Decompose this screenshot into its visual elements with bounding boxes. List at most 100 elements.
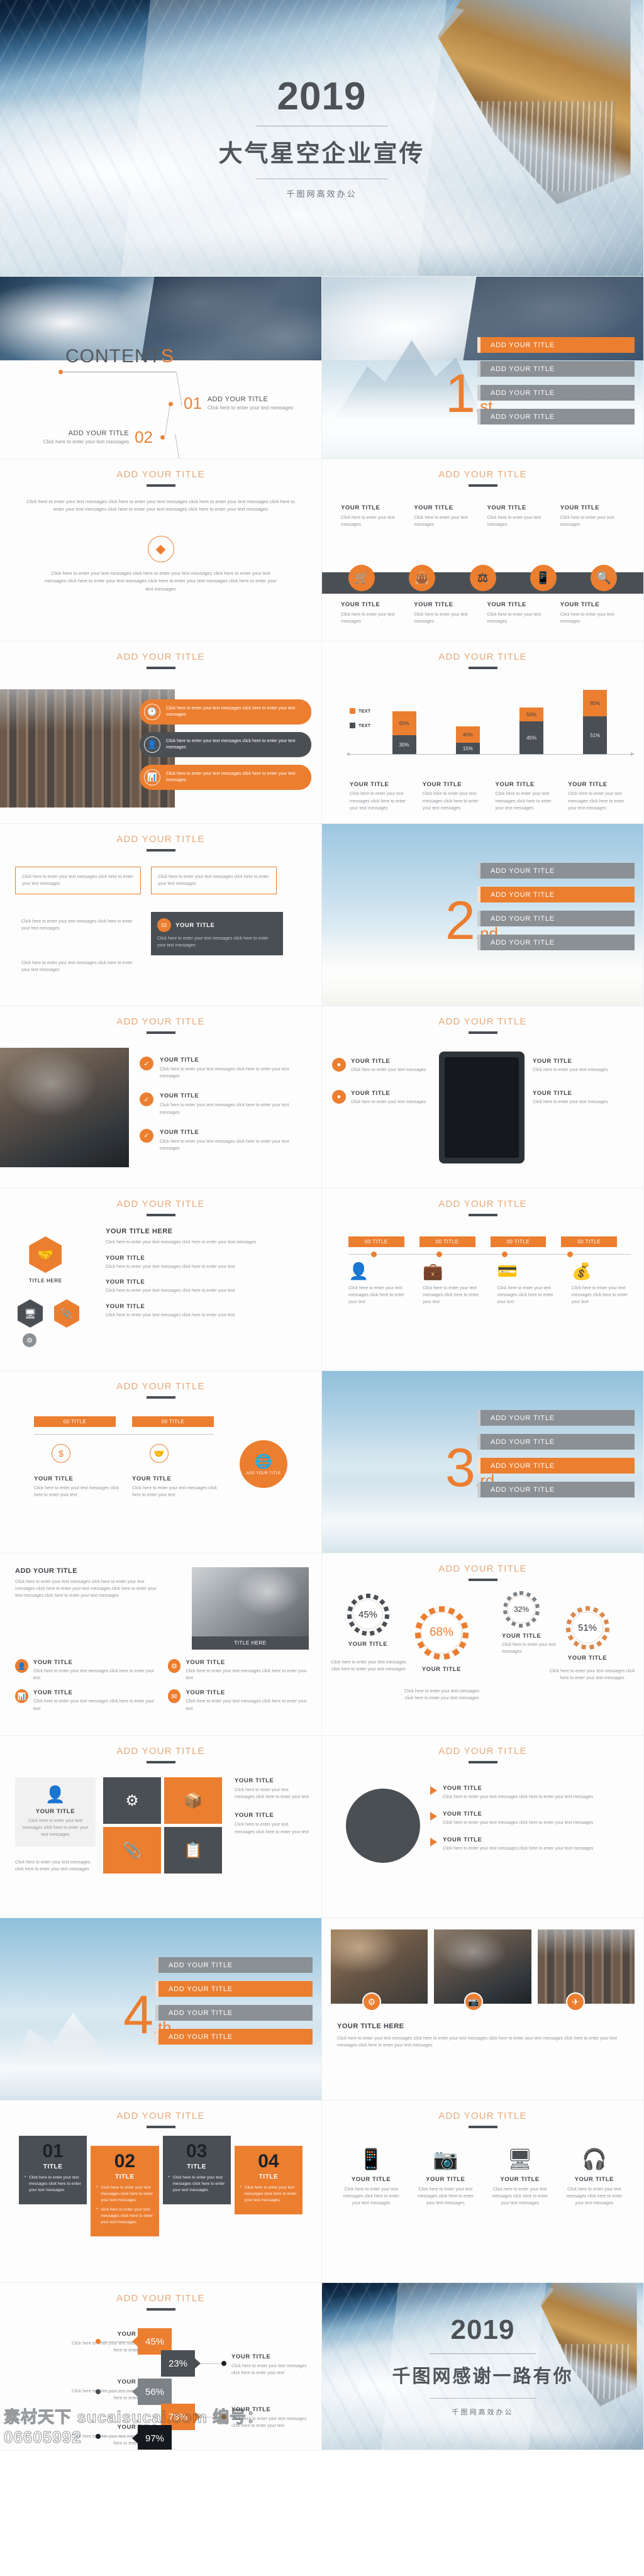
donut-gauge-4[interactable]: 51% YOUR TITLE: [565, 1605, 610, 1662]
check-item-1[interactable]: ✓ YOUR TITLE Click here to enter your te…: [140, 1057, 310, 1080]
timeline-item[interactable]: 💰 Click here to enter your text messages…: [572, 1263, 631, 1306]
section-bar-2[interactable]: ADD YOUR TITLE: [477, 887, 635, 902]
callout-badge-2[interactable]: 23%: [161, 2350, 201, 2377]
number-card-3[interactable]: 03 TITLE Click here to enter your text m…: [162, 2136, 231, 2205]
photo-badge-1[interactable]: ⚙: [362, 1992, 381, 2011]
icon-row-card[interactable]: YOUR TITLE Click here to enter your text…: [487, 504, 552, 528]
pill-row-3[interactable]: 📊 Click here to enter your text messages…: [140, 765, 311, 790]
section-bar-4[interactable]: ADD YOUR TITLE: [155, 2029, 313, 2045]
plain-card-2[interactable]: Click here to enter your text messages c…: [15, 960, 141, 974]
callout-text-4[interactable]: YOUR TITLE Click here to enter your text…: [231, 2406, 313, 2429]
notebook-card[interactable]: 👤 YOUR TITLE Click here to enter your te…: [15, 1659, 157, 1682]
icon-row-card[interactable]: YOUR TITLE Click here to enter your text…: [414, 601, 478, 625]
number-card-4[interactable]: 04 TITLE Click here to enter your text m…: [234, 2146, 303, 2215]
timeline-item[interactable]: 💳 Click here to enter your text messages…: [497, 1263, 557, 1306]
phone-icon[interactable]: 📱: [530, 565, 557, 591]
tile-main[interactable]: 👤 YOUR TITLE Click here to enter your te…: [15, 1777, 96, 1846]
bar-column[interactable]: 50% 45%: [519, 708, 544, 754]
chart-caption[interactable]: YOUR TITLE Click here to enter your text…: [423, 781, 486, 812]
callout-text-2[interactable]: YOUR TITLE Click here to enter your text…: [231, 2353, 313, 2377]
pill-row-1[interactable]: 🕐 Click here to enter your text messages…: [140, 699, 311, 724]
tablet-item[interactable]: YOUR TITLE Click here to enter your text…: [533, 1058, 633, 1074]
timeline-chip[interactable]: 00 TITLE: [561, 1236, 617, 1247]
globe-card-2[interactable]: YOUR TITLE Click here to enter your text…: [132, 1475, 218, 1499]
tile-footer-note[interactable]: Click here to enter your text messages c…: [15, 1859, 96, 1873]
arrow-row-2[interactable]: YOUR TITLE Click here to enter your text…: [430, 1811, 631, 1826]
section-bar-3[interactable]: ADD YOUR TITLE: [477, 385, 635, 401]
hex-row[interactable]: YOUR TITLE Click here to enter your text…: [106, 1279, 310, 1294]
section-bar-2[interactable]: ADD YOUR TITLE: [155, 1981, 313, 1997]
photo-badge-2[interactable]: 📷: [464, 1992, 483, 2011]
section-bar-3[interactable]: ADD YOUR TITLE: [155, 2005, 313, 2021]
search-icon[interactable]: 🔍: [591, 565, 617, 591]
globe-icon-2[interactable]: 🤝: [150, 1444, 169, 1463]
section-bar-4[interactable]: ADD YOUR TITLE: [477, 935, 635, 950]
timeline-item[interactable]: 👤 Click here to enter your text messages…: [348, 1263, 408, 1306]
bag-icon[interactable]: 👜: [409, 565, 436, 591]
number-card-1[interactable]: 01 TITLE Click here to enter your text m…: [19, 2136, 87, 2205]
hexagon-badge-4[interactable]: ⚙: [23, 1333, 36, 1347]
outline-card-2[interactable]: Click here to enter your text messages c…: [151, 867, 277, 895]
hex-row[interactable]: YOUR TITLE Click here to enter your text…: [106, 1255, 310, 1270]
number-card-2[interactable]: 02 TITLE Click here to enter your text m…: [91, 2146, 159, 2237]
tablet-item[interactable]: ● YOUR TITLE Click here to enter your te…: [332, 1058, 433, 1074]
tile-bullet[interactable]: YOUR TITLE Click here to enter your text…: [235, 1812, 309, 1835]
chart-caption[interactable]: YOUR TITLE Click here to enter your text…: [496, 781, 558, 812]
list-icon[interactable]: 📋: [164, 1827, 222, 1874]
device-column-3[interactable]: 🖥 YOUR TITLE Click here to enter your te…: [487, 2147, 553, 2207]
device-column-1[interactable]: 📱 YOUR TITLE Click here to enter your te…: [338, 2147, 404, 2207]
tablet-item[interactable]: ● YOUR TITLE Click here to enter your te…: [332, 1090, 433, 1106]
timeline-item[interactable]: 💼 Click here to enter your text messages…: [423, 1263, 482, 1306]
contents-item-2[interactable]: 02 ADD YOUR TITLE Click here to enter yo…: [43, 429, 153, 445]
callout-badge-5[interactable]: 97%: [132, 2425, 172, 2450]
hexagon-badge[interactable]: 🤝: [29, 1236, 62, 1273]
section-bar-4[interactable]: ADD YOUR TITLE: [477, 1482, 635, 1497]
bar-column[interactable]: 40% 15%: [455, 726, 480, 754]
timeline-chip[interactable]: 00 TITLE: [490, 1236, 547, 1247]
globe-icon-1[interactable]: $: [52, 1444, 70, 1463]
pill-row-2[interactable]: 👤 Click here to enter your text messages…: [140, 732, 311, 757]
globe-chip-1[interactable]: 00 TITLE: [34, 1416, 116, 1427]
timeline-chip[interactable]: 00 TITLE: [348, 1236, 404, 1247]
outline-card-1[interactable]: Click here to enter your text messages c…: [15, 867, 141, 895]
globe-center-badge[interactable]: 🌐 ADD YOUR TITLE: [240, 1440, 287, 1488]
notebook-card[interactable]: ✉ YOUR TITLE Click here to enter your te…: [167, 1689, 309, 1712]
hexagon-badge-2[interactable]: 🖥: [18, 1299, 43, 1328]
section-bar-1[interactable]: ADD YOUR TITLE: [477, 1410, 635, 1426]
section-bar-1[interactable]: ADD YOUR TITLE: [477, 337, 635, 353]
plain-card-1[interactable]: Click here to enter your text messages c…: [15, 912, 141, 938]
donut-gauge-3[interactable]: 32% YOUR TITLE Click here to enter your …: [502, 1590, 560, 1655]
clip-icon[interactable]: 📎: [103, 1827, 161, 1874]
section-bar-4[interactable]: ADD YOUR TITLE: [477, 409, 635, 425]
chart-caption[interactable]: YOUR TITLE Click here to enter your text…: [350, 781, 413, 812]
check-item-3[interactable]: ✓ YOUR TITLE Click here to enter your te…: [140, 1128, 310, 1152]
section-bar-3[interactable]: ADD YOUR TITLE: [477, 1458, 635, 1474]
globe-card-1[interactable]: YOUR TITLE Click here to enter your text…: [34, 1475, 119, 1499]
notebook-card[interactable]: ⚙ YOUR TITLE Click here to enter your te…: [167, 1659, 309, 1682]
bar-column[interactable]: 80% 51%: [583, 690, 608, 754]
donut-gauge-1[interactable]: 45% YOUR TITLE: [346, 1592, 390, 1648]
icon-row-card[interactable]: YOUR TITLE Click here to enter your text…: [487, 601, 552, 625]
section-bar-2[interactable]: ADD YOUR TITLE: [477, 1434, 635, 1450]
section-bar-1[interactable]: ADD YOUR TITLE: [477, 863, 635, 879]
icon-row-card[interactable]: YOUR TITLE Click here to enter your text…: [341, 601, 405, 625]
arrow-row-3[interactable]: YOUR TITLE Click here to enter your text…: [430, 1836, 631, 1852]
tile-bullet[interactable]: YOUR TITLE Click here to enter your text…: [235, 1777, 309, 1801]
dark-card[interactable]: 02 YOUR TITLE Click here to enter your t…: [151, 912, 283, 956]
device-column-2[interactable]: 📷 YOUR TITLE Click here to enter your te…: [413, 2147, 478, 2207]
notebook-card[interactable]: 📊 YOUR TITLE Click here to enter your te…: [15, 1689, 157, 1712]
timeline-chip[interactable]: 00 TITLE: [419, 1236, 475, 1247]
check-item-2[interactable]: ✓ YOUR TITLE Click here to enter your te…: [140, 1092, 310, 1116]
hexagon-badge-3[interactable]: 📎: [54, 1299, 79, 1328]
box-icon[interactable]: 📦: [164, 1777, 222, 1824]
cart-icon[interactable]: 🛒: [348, 565, 375, 591]
contents-item-1[interactable]: 01 ADD YOUR TITLE Click here to enter yo…: [184, 395, 293, 411]
callout-badge-3[interactable]: 56%: [132, 2379, 172, 2405]
section-bar-1[interactable]: ADD YOUR TITLE: [155, 1957, 313, 1973]
globe-chip-2[interactable]: 00 TITLE: [132, 1416, 214, 1427]
scales-icon[interactable]: ⚖: [469, 565, 496, 591]
icon-row-card[interactable]: YOUR TITLE Click here to enter your text…: [560, 504, 625, 528]
gear-icon[interactable]: ⚙: [103, 1777, 161, 1824]
hex-row[interactable]: YOUR TITLE Click here to enter your text…: [106, 1303, 310, 1319]
section-bar-2[interactable]: ADD YOUR TITLE: [477, 361, 635, 377]
